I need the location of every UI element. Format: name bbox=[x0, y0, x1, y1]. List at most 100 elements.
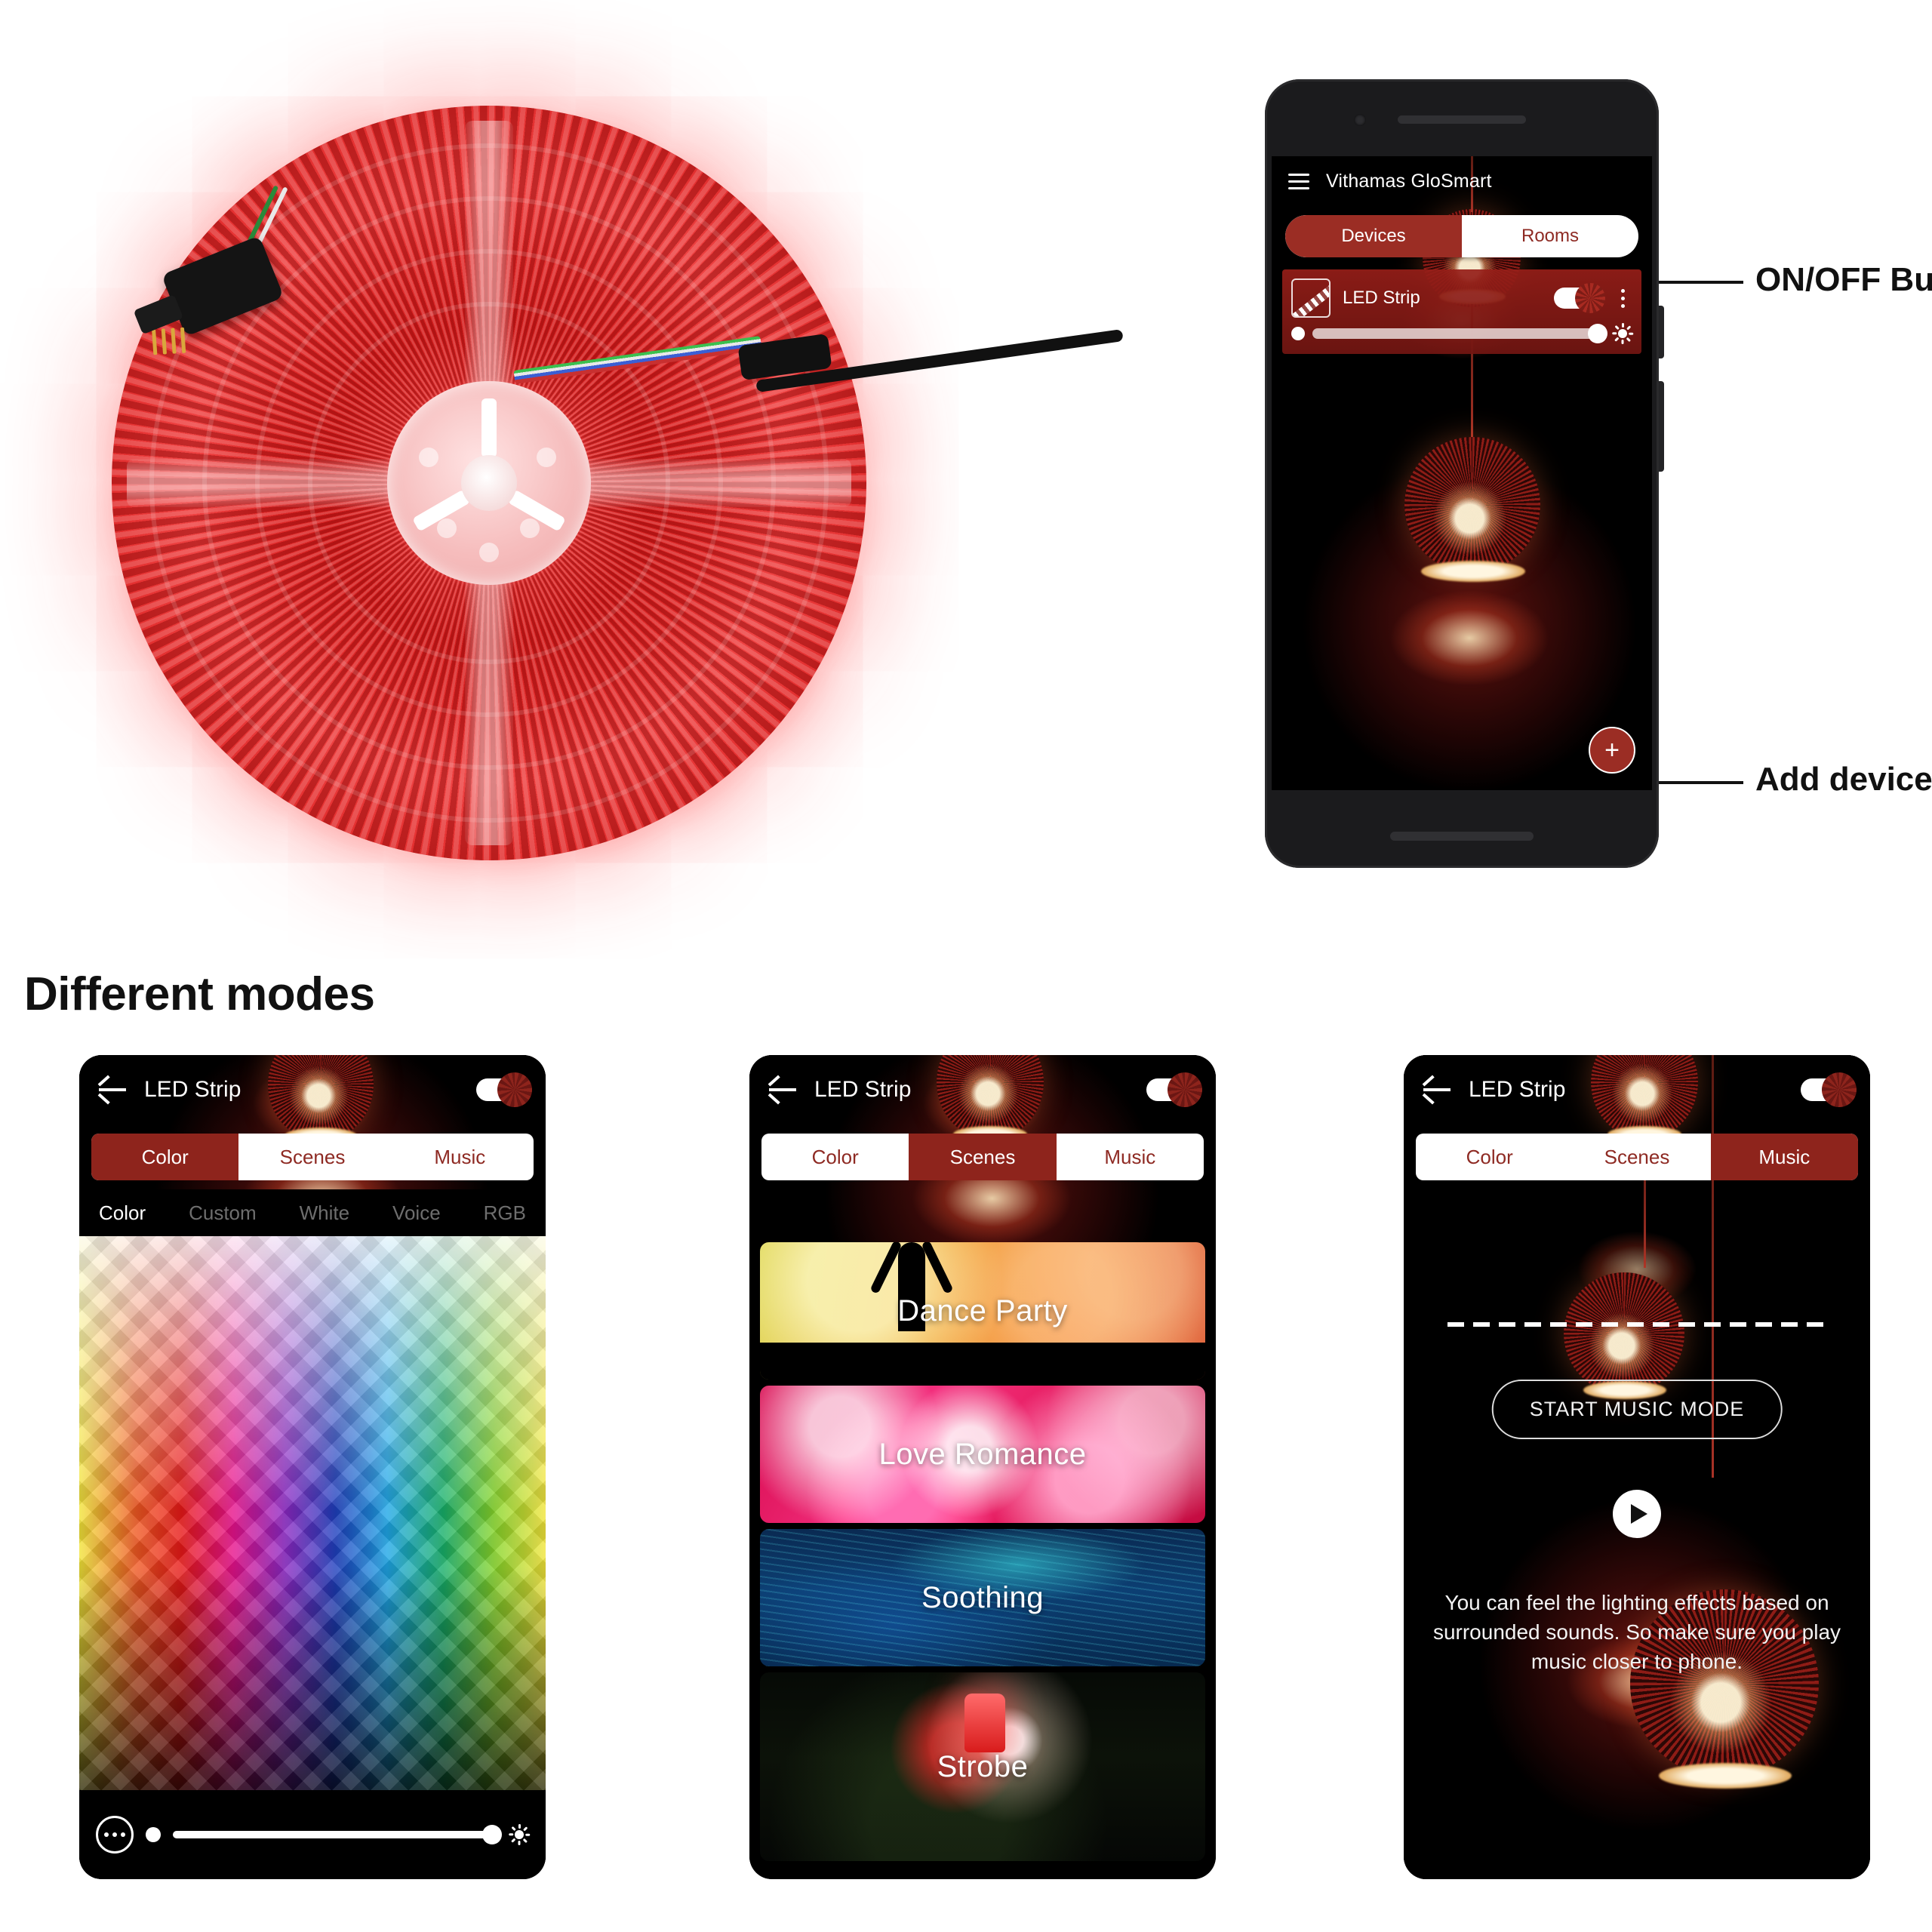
scene-card-love-romance[interactable]: Love Romance bbox=[760, 1386, 1205, 1523]
tab-music[interactable]: Music bbox=[1057, 1134, 1204, 1180]
brightness-sun-icon bbox=[509, 1824, 531, 1845]
dashed-divider bbox=[1447, 1322, 1825, 1327]
hero-phone-mockup: Vithamas GloSmart Devices Rooms LED Stri… bbox=[1265, 79, 1664, 868]
brightness-slider[interactable] bbox=[173, 1825, 502, 1844]
brightness-slider[interactable] bbox=[1312, 324, 1607, 343]
pendant-lamp-large bbox=[1404, 437, 1540, 573]
brightness-slider-row bbox=[1291, 323, 1634, 344]
reel-hub-dot bbox=[479, 543, 499, 562]
subtab-rgb[interactable]: RGB bbox=[484, 1201, 526, 1225]
power-toggle[interactable] bbox=[476, 1072, 532, 1107]
reel-hub-slot bbox=[481, 398, 497, 457]
reel-hub-dot bbox=[520, 518, 540, 538]
led-strip-icon bbox=[1291, 278, 1331, 318]
device-power-toggle[interactable] bbox=[1554, 283, 1605, 313]
toggle-knob bbox=[1168, 1072, 1202, 1107]
back-arrow-icon[interactable] bbox=[97, 1078, 126, 1105]
scene-card-strobe[interactable]: Strobe bbox=[760, 1672, 1205, 1861]
scene-label: Strobe bbox=[937, 1749, 1029, 1783]
brightness-sun-icon bbox=[1612, 323, 1634, 344]
reel-hub-dot bbox=[419, 448, 438, 467]
crowd-silhouette bbox=[760, 1324, 1205, 1380]
tab-rooms[interactable]: Rooms bbox=[1462, 215, 1638, 257]
tab-music[interactable]: Music bbox=[1710, 1134, 1858, 1180]
screen-title: LED Strip bbox=[144, 1077, 242, 1102]
home-bar bbox=[1390, 832, 1534, 841]
device-card-led-strip[interactable]: LED Strip bbox=[1282, 269, 1641, 354]
slider-knob[interactable] bbox=[482, 1825, 502, 1844]
app-top-bar: Vithamas GloSmart bbox=[1272, 156, 1652, 206]
slider-min-dot bbox=[146, 1827, 161, 1842]
scene-card-soothing[interactable]: Soothing bbox=[760, 1529, 1205, 1666]
mode-phone-music: LED Strip Color Scenes Music START MUSIC… bbox=[1404, 1055, 1870, 1879]
start-music-mode-button[interactable]: START MUSIC MODE bbox=[1491, 1380, 1783, 1439]
scene-label: Soothing bbox=[921, 1580, 1044, 1614]
toggle-knob bbox=[1822, 1072, 1857, 1107]
tab-color[interactable]: Color bbox=[1416, 1134, 1563, 1180]
toggle-knob bbox=[1575, 283, 1605, 313]
scene-card-dance-party[interactable]: Dance Party bbox=[760, 1242, 1205, 1380]
reel-body bbox=[112, 106, 866, 860]
device-name: LED Strip bbox=[1343, 288, 1420, 308]
lamp-rim bbox=[1421, 561, 1525, 582]
app-title: Vithamas GloSmart bbox=[1326, 170, 1492, 192]
tab-scenes[interactable]: Scenes bbox=[1563, 1134, 1710, 1180]
callout-label-adddevice: Add device bbox=[1755, 761, 1932, 798]
color-subtabs: Color Custom White Voice RGB bbox=[79, 1189, 546, 1236]
reel-hub-dot bbox=[437, 518, 457, 538]
color-picker-palette[interactable] bbox=[79, 1236, 546, 1826]
tab-color[interactable]: Color bbox=[91, 1134, 239, 1180]
led-strip-product-photo bbox=[91, 91, 1124, 891]
earpiece-speaker bbox=[1398, 115, 1526, 124]
front-camera-icon bbox=[1354, 114, 1366, 126]
color-top-bar: LED Strip bbox=[79, 1055, 546, 1124]
reel-hub bbox=[387, 381, 591, 585]
color-bottom-bar bbox=[79, 1790, 546, 1879]
subtab-custom[interactable]: Custom bbox=[189, 1201, 257, 1225]
mode-tabs: Color Scenes Music bbox=[91, 1134, 534, 1180]
hamburger-icon[interactable] bbox=[1288, 173, 1309, 189]
plug-pin bbox=[180, 327, 186, 353]
music-mode-screen: LED Strip Color Scenes Music START MUSIC… bbox=[1404, 1055, 1870, 1879]
add-device-button[interactable]: + bbox=[1589, 727, 1635, 774]
mode-phone-color: LED Strip Color Scenes Music Color Custo… bbox=[79, 1055, 546, 1879]
music-mode-description: You can feel the lighting effects based … bbox=[1432, 1591, 1841, 1674]
mode-tabs: Color Scenes Music bbox=[761, 1134, 1204, 1180]
back-arrow-icon[interactable] bbox=[768, 1078, 796, 1105]
scene-list: Dance Party Love Romance Soothing Strobe bbox=[760, 1242, 1205, 1867]
scene-label: Dance Party bbox=[897, 1294, 1068, 1327]
mode-tabs: Color Scenes Music bbox=[1416, 1134, 1858, 1180]
power-button[interactable] bbox=[1659, 306, 1664, 358]
subtab-color[interactable]: Color bbox=[99, 1201, 146, 1225]
back-arrow-icon[interactable] bbox=[1422, 1078, 1451, 1105]
scene-label: Love Romance bbox=[878, 1437, 1087, 1471]
tab-scenes[interactable]: Scenes bbox=[238, 1134, 386, 1180]
tab-music[interactable]: Music bbox=[386, 1134, 534, 1180]
music-top-bar: LED Strip bbox=[1404, 1055, 1870, 1124]
power-toggle[interactable] bbox=[1146, 1072, 1202, 1107]
devices-rooms-segmented-control: Devices Rooms bbox=[1285, 215, 1638, 257]
tab-devices[interactable]: Devices bbox=[1285, 215, 1462, 257]
power-toggle[interactable] bbox=[1801, 1072, 1857, 1107]
page-title: Different modes bbox=[24, 968, 375, 1020]
screen-title: LED Strip bbox=[814, 1077, 912, 1102]
volume-button[interactable] bbox=[1659, 381, 1664, 472]
slider-min-dot bbox=[1291, 327, 1305, 340]
subtab-white[interactable]: White bbox=[300, 1201, 349, 1225]
tab-color[interactable]: Color bbox=[761, 1134, 909, 1180]
scenes-top-bar: LED Strip bbox=[749, 1055, 1216, 1124]
ellipsis-icon[interactable] bbox=[96, 1816, 134, 1854]
more-vertical-icon[interactable] bbox=[1613, 288, 1632, 308]
subtab-voice[interactable]: Voice bbox=[392, 1201, 441, 1225]
mode-phone-scenes: LED Strip Color Scenes Music Dance Party… bbox=[749, 1055, 1216, 1879]
device-card-row: LED Strip bbox=[1291, 277, 1632, 319]
toggle-knob bbox=[497, 1072, 532, 1107]
slider-knob[interactable] bbox=[1588, 324, 1607, 343]
music-mode-body: START MUSIC MODE You can feel the lighti… bbox=[1404, 1241, 1870, 1879]
play-icon[interactable] bbox=[1613, 1490, 1661, 1538]
tab-scenes[interactable]: Scenes bbox=[909, 1134, 1057, 1180]
reel-hub-center bbox=[461, 455, 517, 511]
screen-title: LED Strip bbox=[1469, 1077, 1566, 1102]
reel-hub-dot bbox=[537, 448, 556, 467]
color-mode-screen: LED Strip Color Scenes Music Color Custo… bbox=[79, 1055, 546, 1879]
